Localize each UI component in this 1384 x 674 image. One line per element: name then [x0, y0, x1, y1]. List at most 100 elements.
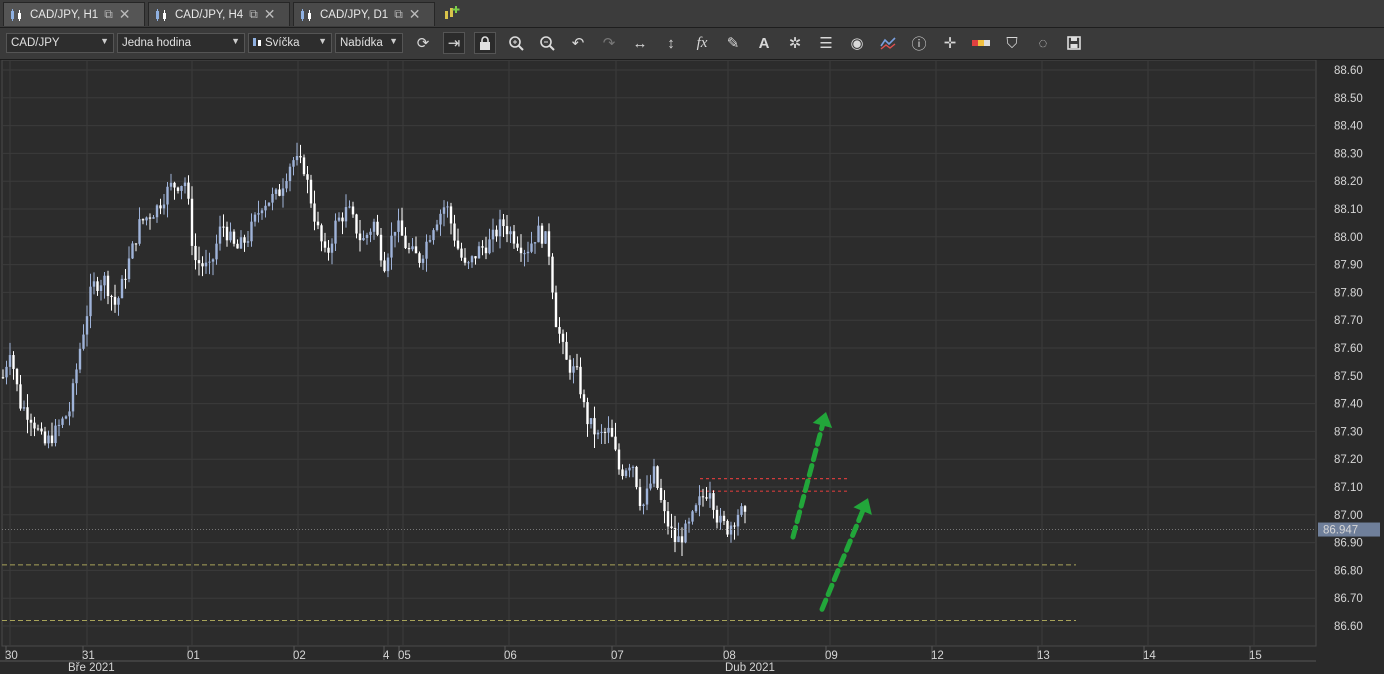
candle-body: [285, 181, 288, 189]
candle-body: [204, 262, 208, 267]
candle-body: [341, 217, 344, 222]
tab-cadjpy-d1[interactable]: CAD/JPY, D1 ⧉ ✕: [293, 2, 435, 26]
candle-body: [512, 231, 516, 244]
candle-body: [596, 432, 600, 435]
y-tick-label: 87.70: [1334, 315, 1363, 327]
add-chart-icon[interactable]: [443, 5, 461, 25]
timeframe-select[interactable]: Jedna hodina ▼: [117, 33, 245, 53]
candle-body: [722, 515, 726, 521]
candle-body: [267, 202, 271, 206]
save-icon[interactable]: [1063, 32, 1085, 54]
candle-body: [446, 206, 449, 208]
candle-body: [628, 467, 631, 471]
popout-icon[interactable]: ⧉: [394, 7, 403, 22]
zoom-in-icon[interactable]: [505, 32, 527, 54]
paint-bucket-icon[interactable]: ⛉: [1001, 32, 1023, 54]
candle-body: [621, 469, 624, 477]
candle-body: [320, 225, 323, 242]
price-chart[interactable]: 30 31 01 02 4 05 06 07 08 09 12 13 14 15 Bře 2021 Dub 2…: [0, 60, 1384, 674]
cycle-icon[interactable]: ◌: [1032, 32, 1054, 54]
popout-icon[interactable]: ⧉: [104, 7, 113, 22]
candle-body: [271, 193, 274, 203]
candle-body: [183, 182, 187, 187]
candle-body: [656, 466, 659, 488]
candle-body: [323, 241, 327, 248]
candle-body: [313, 203, 316, 222]
indicator-fx-icon[interactable]: fx: [691, 32, 713, 54]
current-price-label: 86.947: [1323, 525, 1358, 537]
chart-area[interactable]: 30 31 01 02 4 05 06 07 08 09 12 13 14 15 Bře 2021 Dub 2…: [0, 60, 1384, 674]
candle-body: [99, 285, 103, 291]
text-tool-icon[interactable]: A: [753, 32, 775, 54]
pencil-icon[interactable]: ✎: [722, 32, 744, 54]
cursor-cross-icon[interactable]: ✛: [939, 32, 961, 54]
candle-body: [670, 526, 673, 528]
candle-body: [232, 231, 236, 244]
candle-body: [288, 166, 292, 182]
y-tick-label: 87.60: [1334, 343, 1363, 355]
candle-body: [495, 229, 498, 237]
candle-body: [257, 213, 260, 215]
candle-body: [449, 206, 453, 224]
candle-body: [572, 366, 575, 373]
chevron-down-icon: ▼: [318, 36, 327, 46]
horizontal-resize-icon[interactable]: ↔: [629, 32, 651, 54]
lock-icon[interactable]: [474, 32, 496, 54]
popout-icon[interactable]: ⧉: [249, 7, 258, 22]
shift-chart-icon[interactable]: ⇥: [443, 32, 465, 54]
ruler-icon[interactable]: [970, 32, 992, 54]
candle-body: [533, 242, 537, 244]
tab-cadjpy-h4[interactable]: CAD/JPY, H4 ⧉ ✕: [148, 2, 290, 26]
chart-type-select[interactable]: Svíčka ▼: [248, 33, 332, 53]
close-icon[interactable]: ✕: [264, 6, 276, 23]
candle-body: [428, 240, 432, 242]
candle-body: [491, 229, 495, 240]
chevron-down-icon: ▼: [100, 36, 109, 46]
candle-body: [208, 261, 211, 263]
y-tick-label: 86.70: [1334, 593, 1363, 605]
candle-body: [390, 235, 393, 258]
chart-pattern-icon[interactable]: [877, 32, 899, 54]
candle-body: [586, 402, 589, 425]
x-tick-label: 06: [504, 650, 517, 662]
refresh-icon[interactable]: ⟳: [412, 32, 434, 54]
candle-body: [159, 205, 162, 209]
candle-body: [358, 233, 362, 241]
undo-icon[interactable]: ↶: [567, 32, 589, 54]
close-icon[interactable]: ✕: [409, 6, 421, 23]
eye-icon[interactable]: ◉: [846, 32, 868, 54]
x-tick-label: 09: [825, 650, 838, 662]
candle-body: [379, 234, 383, 261]
candle-body: [407, 248, 411, 250]
candle-body: [544, 231, 547, 244]
layers-icon[interactable]: ☰: [815, 32, 837, 54]
instrument-select[interactable]: CAD/JPY ▼: [6, 33, 114, 53]
tab-cadjpy-h1[interactable]: CAD/JPY, H1 ⧉ ✕: [3, 2, 145, 26]
candle-body: [600, 431, 603, 433]
y-tick-label: 87.30: [1334, 426, 1363, 438]
price-side-value: Nabídka: [340, 37, 383, 49]
candle-body: [386, 257, 390, 272]
candle-body: [29, 419, 33, 423]
x-tick-label: 15: [1249, 650, 1262, 662]
candle-body: [565, 341, 568, 360]
candle-body: [337, 217, 341, 221]
info-icon[interactable]: ⓘ: [908, 32, 930, 54]
candle-body: [85, 316, 89, 335]
price-side-select[interactable]: Nabídka ▼: [335, 33, 403, 53]
candle-body: [302, 157, 306, 175]
x-tick-label: 31: [82, 650, 95, 662]
candle-body: [442, 207, 446, 214]
tab-bar: CAD/JPY, H1 ⧉ ✕ CAD/JPY, H4 ⧉ ✕ CAD/JPY,…: [0, 0, 1384, 28]
candle-body: [705, 497, 708, 499]
vertical-resize-icon[interactable]: ↕: [660, 32, 682, 54]
crosshair-star-icon[interactable]: ✲: [784, 32, 806, 54]
candle-body: [733, 525, 736, 527]
zoom-out-icon[interactable]: [536, 32, 558, 54]
candle-body: [498, 219, 502, 237]
tab-label: CAD/JPY, D1: [320, 8, 389, 21]
redo-icon[interactable]: ↷: [598, 32, 620, 54]
close-icon[interactable]: ✕: [119, 6, 131, 23]
candle-body: [719, 515, 722, 523]
candle-body: [477, 246, 481, 259]
